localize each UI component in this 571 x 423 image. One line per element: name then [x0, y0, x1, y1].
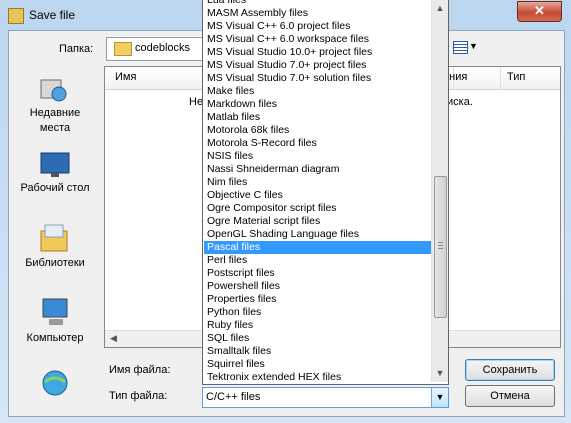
- dropdown-item[interactable]: Pascal files: [204, 241, 431, 254]
- folder-label: Папка:: [59, 43, 94, 55]
- dropdown-item[interactable]: Powershell files: [204, 280, 431, 293]
- column-divider[interactable]: [500, 67, 501, 89]
- dropdown-item[interactable]: MS Visual Studio 10.0+ project files: [204, 46, 431, 59]
- libraries-icon: [40, 224, 68, 252]
- place-computer-label: Компьютер: [26, 332, 84, 344]
- dropdown-item[interactable]: MS Visual Studio 7.0+ solution files: [204, 72, 431, 85]
- dropdown-item[interactable]: Nim files: [204, 176, 431, 189]
- app-icon: [8, 8, 24, 24]
- computer-icon: [42, 298, 68, 325]
- view-menu-icon: [453, 41, 468, 54]
- dropdown-item[interactable]: Smalltalk files: [204, 345, 431, 358]
- folder-combo[interactable]: codeblocks: [106, 37, 203, 61]
- grip-line: [438, 245, 443, 246]
- save-button[interactable]: Сохранить: [465, 359, 555, 381]
- filename-label: Имя файла:: [109, 364, 171, 376]
- filetype-select[interactable]: C/C++ files ▼: [202, 387, 449, 408]
- dropdown-item[interactable]: SQL files: [204, 332, 431, 345]
- dropdown-item[interactable]: Objective C files: [204, 189, 431, 202]
- place-recent-label: Недавние места: [29, 107, 81, 134]
- grip-line: [438, 248, 443, 249]
- dropdown-item[interactable]: Nassi Shneiderman diagram: [204, 163, 431, 176]
- places-bar: Недавние места Рабочий стол Библиотеки К…: [15, 68, 95, 408]
- place-libraries-label: Библиотеки: [25, 257, 85, 269]
- filetype-dropdown-list[interactable]: Lua files MASM Assembly files MS Visual C+…: [202, 0, 449, 385]
- dropdown-item[interactable]: Lua files: [204, 0, 431, 7]
- folder-icon: [114, 42, 132, 56]
- place-desktop-label: Рабочий стол: [20, 182, 90, 194]
- dropdown-item[interactable]: Ogre Compositor script files: [204, 202, 431, 215]
- dropdown-item[interactable]: Ogre Material script files: [204, 215, 431, 228]
- folder-name: codeblocks: [135, 42, 191, 54]
- dropdown-item[interactable]: Squirrel files: [204, 358, 431, 371]
- network-icon: [42, 370, 68, 396]
- dropdown-item[interactable]: Perl files: [204, 254, 431, 267]
- save-file-dialog: Save file ✕ Папка: codeblocks ▼ Недавние…: [0, 0, 571, 423]
- dropdown-item[interactable]: Markdown files: [204, 98, 431, 111]
- dropdown-item[interactable]: OpenGL Shading Language files: [204, 228, 431, 241]
- dropdown-item[interactable]: Make files: [204, 85, 431, 98]
- dropdown-item[interactable]: MS Visual C++ 6.0 project files: [204, 20, 431, 33]
- dropdown-item[interactable]: Postscript files: [204, 267, 431, 280]
- dropdown-item[interactable]: MASM Assembly files: [204, 7, 431, 20]
- views-button[interactable]: ▼: [453, 40, 479, 56]
- dropdown-item[interactable]: Motorola 68k files: [204, 124, 431, 137]
- dropdown-item[interactable]: Motorola S-Record files: [204, 137, 431, 150]
- column-name[interactable]: Имя: [115, 71, 136, 83]
- scroll-left-icon[interactable]: ◀: [110, 333, 117, 344]
- dropdown-item[interactable]: NSIS files: [204, 150, 431, 163]
- recent-places-icon: [40, 79, 67, 102]
- scroll-down-icon[interactable]: ▼: [432, 365, 448, 381]
- grip-line: [438, 242, 443, 243]
- dropdown-item[interactable]: Matlab files: [204, 111, 431, 124]
- filetype-value: C/C++ files: [206, 391, 261, 403]
- chevron-down-icon: ▼: [469, 41, 478, 51]
- dropdown-item[interactable]: MS Visual C++ 6.0 workspace files: [204, 33, 431, 46]
- column-type[interactable]: Тип: [507, 71, 525, 83]
- dropdown-item[interactable]: Ruby files: [204, 319, 431, 332]
- desktop-icon: [40, 152, 70, 177]
- empty-message-end: иска.: [447, 96, 473, 108]
- dropdown-item[interactable]: MS Visual Studio 7.0+ project files: [204, 59, 431, 72]
- dropdown-item[interactable]: Python files: [204, 306, 431, 319]
- cancel-button[interactable]: Отмена: [465, 385, 555, 407]
- dropdown-scrollbar[interactable]: ▲ ▼: [431, 0, 448, 382]
- scroll-up-icon[interactable]: ▲: [432, 0, 448, 16]
- dropdown-item[interactable]: Properties files: [204, 293, 431, 306]
- scroll-thumb[interactable]: [434, 176, 447, 318]
- dropdown-item[interactable]: Tektronix extended HEX files: [204, 371, 431, 384]
- empty-message-start: Не: [189, 96, 204, 108]
- window-title: Save file: [29, 8, 76, 22]
- close-button[interactable]: ✕: [517, 1, 562, 22]
- chevron-down-icon[interactable]: ▼: [431, 388, 448, 407]
- filetype-label: Тип файла:: [109, 390, 168, 402]
